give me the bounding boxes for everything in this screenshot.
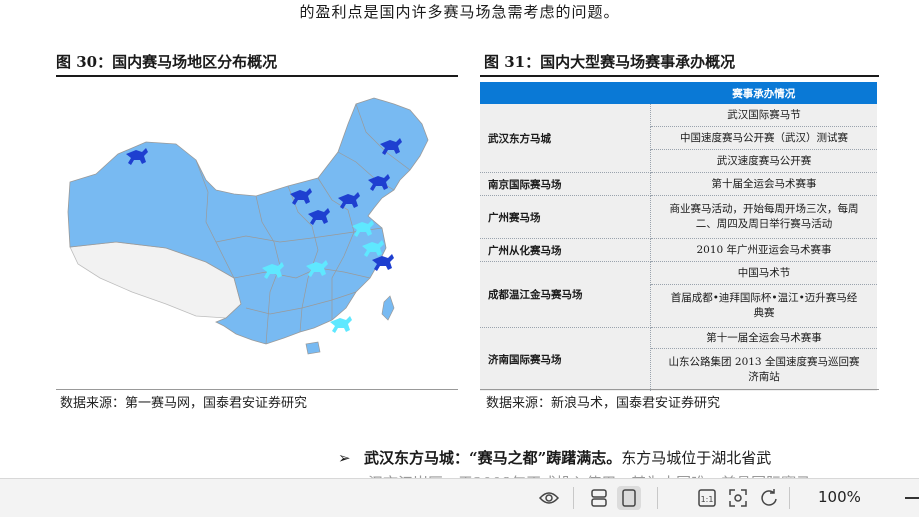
- table-row: 武汉东方马城 武汉国际赛马节: [480, 104, 877, 173]
- bullet-arrow-icon: ➢: [338, 449, 351, 467]
- map-region-mainland: [67, 97, 429, 345]
- figure-31-source-rule: [480, 389, 879, 390]
- event-line: 商业赛马活动，开始每周开场三次，每周: [669, 203, 859, 215]
- continuous-page-icon[interactable]: [617, 486, 641, 510]
- table-row: 广州从化赛马场 2010 年广州亚运会马术赛事: [480, 238, 877, 262]
- event-cell: 第十届全运会马术赛事: [650, 172, 877, 196]
- zoom-out-icon[interactable]: [905, 497, 919, 499]
- event-cell: 第十一届全运会马术赛事: [650, 327, 877, 349]
- eye-icon[interactable]: [537, 486, 561, 510]
- table-row: 成都温江金马赛马场 中国马术节: [480, 261, 877, 328]
- bullet-text: 东方马城位于湖北省武: [621, 449, 772, 467]
- figure-30-rule: [56, 75, 458, 77]
- events-table: 赛事承办情况 武汉东方马城 武汉国际赛马节 中国速度赛马公开赛（武汉）测试赛 武…: [480, 82, 877, 391]
- event-cell: 中国马术节: [650, 261, 877, 285]
- toolbar-separator: [789, 487, 790, 509]
- event-cell: 山东公路集团 2013 全国速度赛马巡回赛 济南站: [651, 349, 878, 392]
- event-line: 首届成都•迪拜国际杯•温江•迈升赛马经: [670, 292, 858, 304]
- event-line: 山东公路集团 2013 全国速度赛马巡回赛: [668, 356, 860, 368]
- event-line: 典赛: [753, 307, 775, 319]
- table-header-row: 赛事承办情况: [480, 82, 877, 104]
- event-line: 二、周四及周日举行赛马活动: [695, 218, 833, 230]
- actual-size-icon[interactable]: 1:1: [695, 486, 719, 510]
- figure-30-title: 图 30：国内赛马场地区分布概况: [56, 53, 278, 71]
- event-cell: 商业赛马活动，开始每周开场三次，每周 二、周四及周日举行赛马活动: [650, 195, 877, 239]
- rotate-icon[interactable]: [757, 486, 781, 510]
- table-row: 广州赛马场 商业赛马活动，开始每周开场三次，每周 二、周四及周日举行赛马活动: [480, 195, 877, 239]
- bullet-paragraph: ➢ 武汉东方马城：“赛马之都”踌躇满志。东方马城位于湖北省武: [338, 448, 771, 468]
- event-line: 济南站: [748, 371, 780, 383]
- bullet-bold-lead: 武汉东方马城：“赛马之都”踌躇满志。: [364, 449, 622, 467]
- venue-cell: 广州赛马场: [480, 195, 651, 239]
- event-cell: 2010 年广州亚运会马术赛事: [650, 238, 877, 262]
- venue-cell: 南京国际赛马场: [480, 172, 651, 196]
- figure-31-rule: [480, 75, 879, 77]
- table-header-blank: [480, 82, 651, 104]
- svg-text:1:1: 1:1: [701, 495, 714, 504]
- figure-30-source-rule: [56, 389, 458, 390]
- event-cell: 武汉速度赛马公开赛: [650, 149, 877, 173]
- figure-31-title: 图 31：国内大型赛马场赛事承办概况: [484, 53, 736, 71]
- table-header-events: 赛事承办情况: [650, 82, 877, 104]
- toolbar-separator: [573, 487, 574, 509]
- zoom-level[interactable]: 100%: [818, 488, 861, 506]
- fit-page-icon[interactable]: [726, 486, 750, 510]
- table-row: 南京国际赛马场 第十届全运会马术赛事: [480, 172, 877, 196]
- body-text-line: 的盈利点是国内许多赛马场急需考虑的问题。: [299, 3, 620, 21]
- venue-cell: 济南国际赛马场: [480, 327, 651, 391]
- china-map: [67, 97, 429, 355]
- single-page-icon[interactable]: [587, 486, 611, 510]
- event-cell: 首届成都•迪拜国际杯•温江•迈升赛马经 典赛: [650, 284, 877, 328]
- figure-31-source: 数据来源：新浪马术，国泰君安证券研究: [486, 396, 721, 411]
- viewer-toolbar: 1:1 100%: [0, 478, 919, 517]
- venue-cell: 武汉东方马城: [480, 104, 651, 173]
- map-region-taiwan: [381, 295, 395, 321]
- map-region-hainan: [305, 341, 321, 355]
- figure-30-source: 数据来源：第一赛马网，国泰君安证券研究: [60, 396, 308, 411]
- venue-cell: 广州从化赛马场: [480, 238, 651, 262]
- table-row: 济南国际赛马场 第十一届全运会马术赛事: [480, 327, 877, 391]
- event-cell: 中国速度赛马公开赛（武汉）测试赛: [650, 126, 877, 150]
- event-cell: 武汉国际赛马节: [650, 104, 877, 127]
- venue-cell: 成都温江金马赛马场: [480, 261, 651, 328]
- toolbar-separator: [657, 487, 658, 509]
